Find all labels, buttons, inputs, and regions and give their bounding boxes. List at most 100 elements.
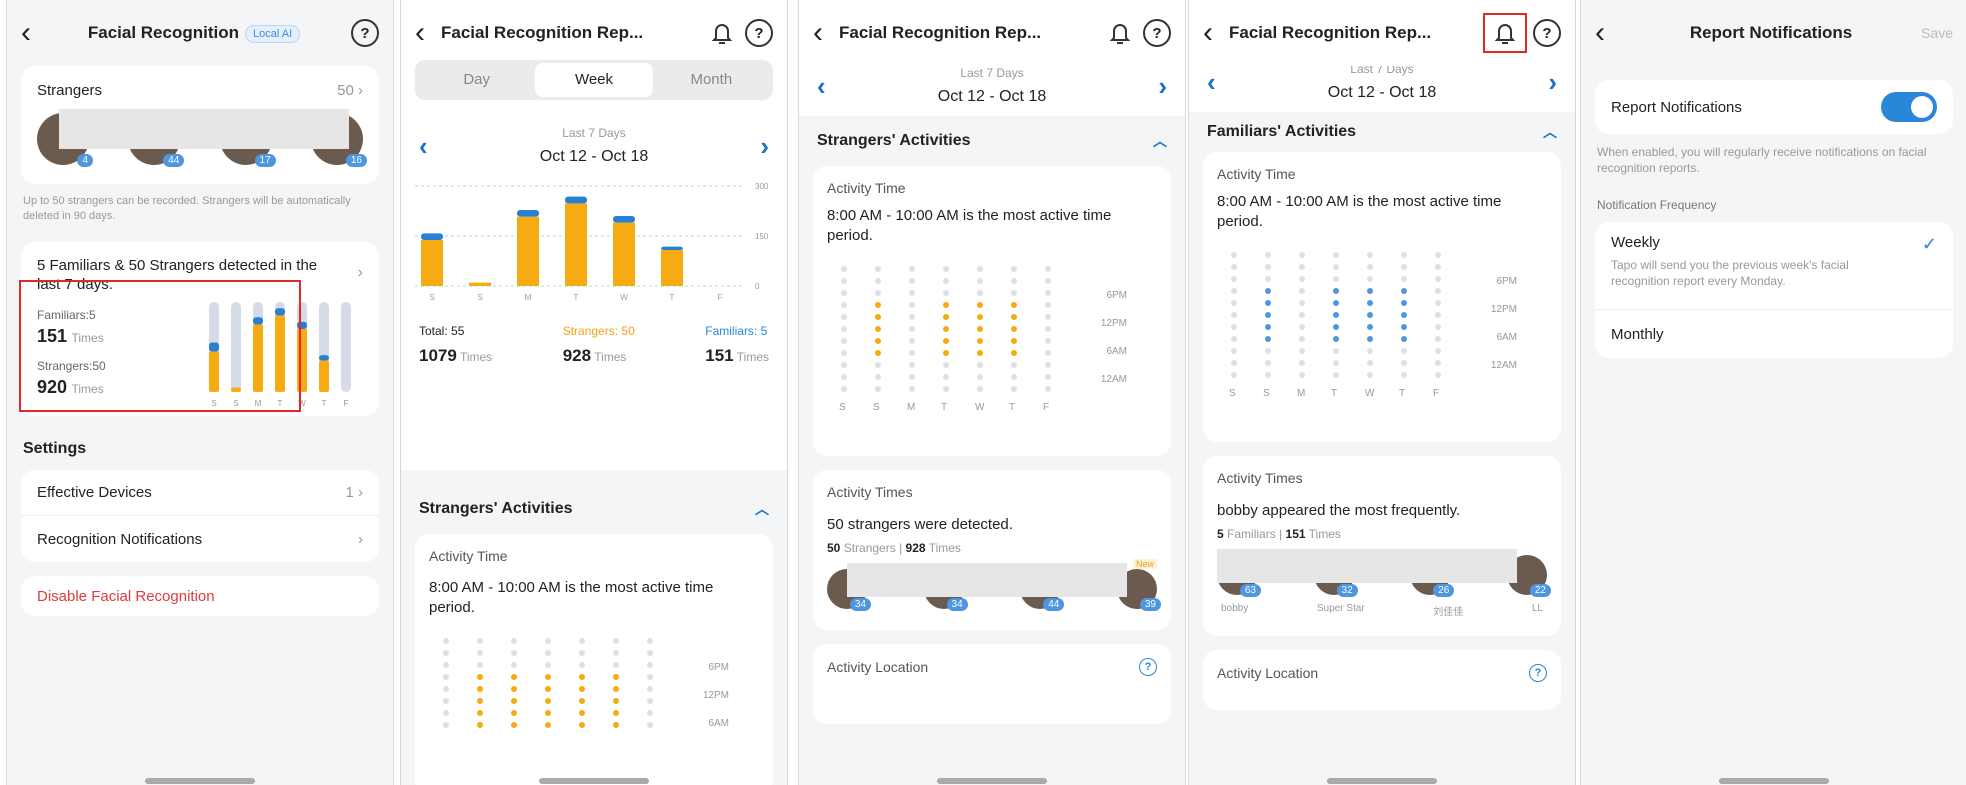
settings-title: Settings xyxy=(23,440,87,457)
activity-dot xyxy=(977,350,983,356)
weekly-description: Tapo will send you the previous week's f… xyxy=(1611,258,1849,288)
page-title: Facial Recognition Local AI xyxy=(47,23,341,43)
activity-dot xyxy=(841,338,847,344)
activity-dot xyxy=(1333,348,1339,354)
bell-icon[interactable] xyxy=(709,21,735,45)
activity-dot xyxy=(511,698,517,704)
help-icon[interactable]: ? xyxy=(1143,19,1171,47)
help-icon[interactable]: ? xyxy=(745,19,773,47)
hour-label: 12AM xyxy=(1490,360,1517,371)
activity-dot xyxy=(511,662,517,668)
effective-devices-row[interactable]: Effective Devices 1 › xyxy=(21,470,379,516)
activity-dot xyxy=(909,362,915,368)
report-week-screen: ‹ Facial Recognition Rep... ? Day Week M… xyxy=(400,0,788,785)
title-text: Facial Recognition xyxy=(87,23,239,42)
activity-dot xyxy=(977,326,983,332)
x-tick-label: F xyxy=(718,293,723,302)
day-label: T xyxy=(941,402,948,413)
period-tabs: Day Week Month xyxy=(415,60,773,100)
section-header[interactable]: Familiars' Activities ︿ xyxy=(1189,112,1575,152)
activity-dot xyxy=(545,686,551,692)
activity-dot xyxy=(579,710,585,716)
weekly-label: Weekly xyxy=(1611,234,1660,251)
report-notifications-toggle[interactable] xyxy=(1881,92,1937,122)
strangers-bar xyxy=(517,216,539,286)
chevron-up-icon[interactable]: ︿ xyxy=(1543,122,1557,142)
activity-dot xyxy=(875,278,881,284)
local-ai-badge: Local AI xyxy=(245,24,301,43)
header: ‹ Facial Recognition Rep... ? xyxy=(799,0,1185,66)
activity-time-card: Activity Time 8:00 AM - 10:00 AM is the … xyxy=(415,534,773,785)
disable-facial-recognition-button[interactable]: Disable Facial Recognition xyxy=(21,576,379,616)
activity-dot xyxy=(1231,324,1237,330)
range-label: Last 7 Days xyxy=(562,126,626,140)
strangers-bar xyxy=(613,222,635,286)
tab-week[interactable]: Week xyxy=(535,63,653,97)
back-icon[interactable]: ‹ xyxy=(1595,18,1621,48)
tab-day[interactable]: Day xyxy=(418,63,535,97)
back-icon[interactable]: ‹ xyxy=(813,18,839,48)
bell-icon[interactable] xyxy=(1483,13,1527,53)
chevron-up-icon[interactable]: ︿ xyxy=(1153,131,1167,151)
activity-dot xyxy=(579,674,585,680)
date-navigator: ‹ Last 7 Days Oct 12 - Oct 18 › xyxy=(401,126,787,166)
prev-week-icon[interactable]: ‹ xyxy=(817,71,826,102)
activity-dot xyxy=(1333,324,1339,330)
chevron-right-icon: › xyxy=(358,530,363,548)
activity-dot xyxy=(1299,300,1305,306)
activity-dot xyxy=(909,266,915,272)
activity-dot xyxy=(1401,348,1407,354)
activity-time-title: Activity Time xyxy=(1217,166,1296,182)
section-header[interactable]: Strangers' Activities ︿ xyxy=(401,484,787,534)
activity-location-title: Activity Location xyxy=(1217,665,1319,681)
next-week-icon[interactable]: › xyxy=(760,131,769,162)
activity-dot xyxy=(875,350,881,356)
activity-dot xyxy=(1265,264,1271,270)
back-icon[interactable]: ‹ xyxy=(1203,18,1229,48)
weekly-option[interactable]: Weekly Tapo will send you the previous w… xyxy=(1595,222,1953,310)
help-icon[interactable]: ? xyxy=(351,19,379,47)
activity-dot xyxy=(1367,312,1373,318)
activity-dot xyxy=(1265,336,1271,342)
activity-dot xyxy=(943,278,949,284)
activity-dot xyxy=(647,710,653,716)
tab-month[interactable]: Month xyxy=(653,63,770,97)
save-button[interactable]: Save xyxy=(1921,25,1953,41)
section-header[interactable]: Strangers' Activities ︿ xyxy=(799,116,1185,166)
back-icon[interactable]: ‹ xyxy=(415,18,441,48)
activity-dot xyxy=(943,266,949,272)
strangers-label: Strangers xyxy=(37,82,103,99)
activity-dot xyxy=(477,722,483,728)
times-label: Times xyxy=(459,350,493,364)
help-icon[interactable]: ? xyxy=(1529,664,1547,682)
activity-times-text: 50 strangers were detected. xyxy=(827,516,1013,533)
chevron-up-icon[interactable]: ︿ xyxy=(755,499,769,519)
next-week-icon[interactable]: › xyxy=(1158,71,1167,102)
activity-dot xyxy=(613,662,619,668)
familiars-bar xyxy=(661,246,683,250)
activity-dot xyxy=(1435,300,1441,306)
activity-dot xyxy=(1231,348,1237,354)
activity-time-card: Activity Time 8:00 AM - 10:00 AM is the … xyxy=(813,166,1171,456)
activity-dot xyxy=(1299,288,1305,294)
strangers-bar xyxy=(565,203,587,286)
activity-dot xyxy=(1265,300,1271,306)
help-icon[interactable]: ? xyxy=(1533,19,1561,47)
bell-icon[interactable] xyxy=(1107,21,1133,45)
recognition-notifications-row[interactable]: Recognition Notifications › xyxy=(21,516,379,562)
prev-week-icon[interactable]: ‹ xyxy=(1207,67,1216,98)
strangers-card[interactable]: Strangers 50 › 4 44 17 16 xyxy=(21,66,379,184)
face-name: Super Star xyxy=(1316,603,1365,614)
date-range: Oct 12 - Oct 18 xyxy=(1327,84,1437,101)
back-icon[interactable]: ‹ xyxy=(21,18,47,48)
activity-dot xyxy=(443,674,449,680)
activity-dot xyxy=(1045,350,1051,356)
next-week-icon[interactable]: › xyxy=(1548,67,1557,98)
page-title: Report Notifications xyxy=(1689,23,1853,42)
prev-week-icon[interactable]: ‹ xyxy=(419,131,428,162)
activity-dot xyxy=(1045,302,1051,308)
activity-dot xyxy=(875,314,881,320)
monthly-option[interactable]: Monthly xyxy=(1595,310,1953,358)
help-icon[interactable]: ? xyxy=(1139,658,1157,676)
day-label: S xyxy=(839,402,846,413)
